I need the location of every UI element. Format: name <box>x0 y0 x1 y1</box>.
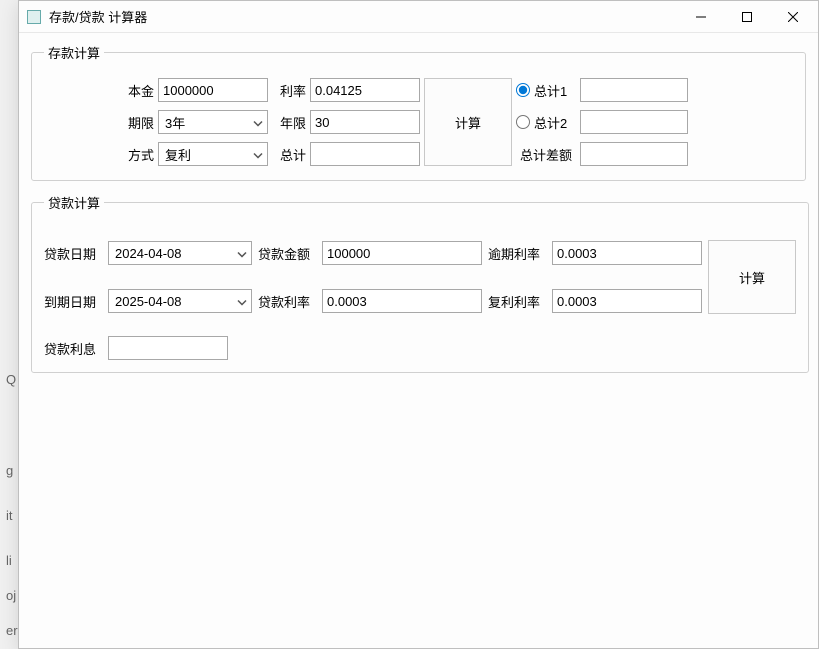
term-combobox[interactable]: 3年 <box>158 110 268 134</box>
chevron-down-icon <box>253 115 263 130</box>
principal-label: 本金 <box>44 81 154 100</box>
app-icon <box>27 10 41 24</box>
deposit-legend: 存款计算 <box>44 43 104 62</box>
loan-amount-input[interactable] <box>322 241 482 265</box>
term-combobox-value: 3年 <box>165 113 185 132</box>
due-date-value: 2025-04-08 <box>115 294 182 309</box>
compound-rate-label: 复利利率 <box>488 292 546 311</box>
years-label: 年限 <box>272 113 306 132</box>
loan-interest-label: 贷款利息 <box>44 339 102 358</box>
total2-radio[interactable]: 总计2 <box>516 113 576 132</box>
diff-label: 总计差额 <box>516 145 576 164</box>
compound-rate-input[interactable] <box>552 289 702 313</box>
loan-rate-input[interactable] <box>322 289 482 313</box>
total2-output[interactable] <box>580 110 688 134</box>
deposit-groupbox: 存款计算 本金 利率 计算 总计1 期限 3年 <box>31 43 806 181</box>
rate-input[interactable] <box>310 78 420 102</box>
title-bar[interactable]: 存款/贷款 计算器 <box>19 1 818 33</box>
loan-calculate-button[interactable]: 计算 <box>708 240 796 314</box>
chevron-down-icon <box>237 246 247 261</box>
total-output[interactable] <box>310 142 420 166</box>
diff-output[interactable] <box>580 142 688 166</box>
rate-label: 利率 <box>272 81 306 100</box>
client-area: 存款计算 本金 利率 计算 总计1 期限 3年 <box>19 33 818 648</box>
app-window: 存款/贷款 计算器 存款计算 本金 利率 计算 <box>18 0 819 649</box>
total1-radio-label: 总计1 <box>534 81 567 100</box>
total1-radio[interactable]: 总计1 <box>516 81 576 100</box>
close-button[interactable] <box>770 2 816 32</box>
chevron-down-icon <box>253 147 263 162</box>
due-date-label: 到期日期 <box>44 292 102 311</box>
deposit-calculate-button[interactable]: 计算 <box>424 78 512 166</box>
window-title: 存款/贷款 计算器 <box>49 7 678 26</box>
loan-date-label: 贷款日期 <box>44 244 102 263</box>
total1-radio-input[interactable] <box>516 83 530 97</box>
window-controls <box>678 2 816 32</box>
principal-input[interactable] <box>158 78 268 102</box>
maximize-button[interactable] <box>724 2 770 32</box>
due-date-combobox[interactable]: 2025-04-08 <box>108 289 252 313</box>
loan-date-value: 2024-04-08 <box>115 246 182 261</box>
loan-amount-label: 贷款金额 <box>258 244 316 263</box>
total-label: 总计 <box>272 145 306 164</box>
chevron-down-icon <box>237 294 247 309</box>
method-combobox-value: 复利 <box>165 145 191 164</box>
total1-output[interactable] <box>580 78 688 102</box>
years-input[interactable] <box>310 110 420 134</box>
loan-groupbox: 贷款计算 贷款日期 2024-04-08 贷款金额 逾期利率 计算 到期日期 <box>31 193 809 373</box>
loan-rate-label: 贷款利率 <box>258 292 316 311</box>
total2-radio-label: 总计2 <box>534 113 567 132</box>
method-combobox[interactable]: 复利 <box>158 142 268 166</box>
term-label: 期限 <box>44 113 154 132</box>
loan-legend: 贷款计算 <box>44 193 104 212</box>
loan-date-combobox[interactable]: 2024-04-08 <box>108 241 252 265</box>
total2-radio-input[interactable] <box>516 115 530 129</box>
overdue-rate-input[interactable] <box>552 241 702 265</box>
minimize-button[interactable] <box>678 2 724 32</box>
loan-interest-output[interactable] <box>108 336 228 360</box>
method-label: 方式 <box>44 145 154 164</box>
overdue-rate-label: 逾期利率 <box>488 244 546 263</box>
